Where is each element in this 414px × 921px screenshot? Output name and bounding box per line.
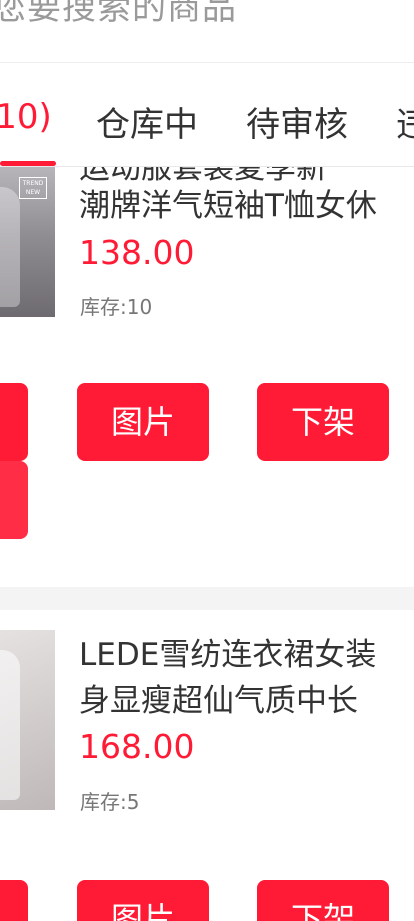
product-stock: 库存:5 bbox=[80, 790, 140, 814]
card-separator bbox=[0, 587, 414, 610]
product-thumbnail[interactable] bbox=[0, 630, 55, 810]
status-tabs: (10) 仓库中 待审核 违 bbox=[0, 63, 414, 166]
action-button-partial[interactable] bbox=[0, 383, 28, 461]
product-title[interactable]: 潮牌洋气短袖T恤女休 bbox=[79, 183, 377, 229]
product-price: 168.00 bbox=[79, 727, 195, 766]
off-shelf-button[interactable]: 下架 bbox=[257, 880, 389, 921]
picture-button[interactable]: 图片 bbox=[77, 880, 209, 921]
model-figure bbox=[0, 650, 20, 800]
product-price: 138.00 bbox=[79, 233, 195, 272]
product-title[interactable]: LEDE雪纺连衣裙女装 bbox=[79, 632, 376, 678]
action-button-partial[interactable] bbox=[0, 880, 28, 921]
product-thumbnail[interactable]: TREND NEW bbox=[0, 167, 55, 317]
tab-in-warehouse[interactable]: 仓库中 bbox=[96, 97, 198, 146]
product-card: LEDE雪纺连衣裙女装 身显瘦超仙气质中长 168.00 库存:5 图片 下架 bbox=[0, 610, 414, 921]
product-title[interactable]: 身显瘦超仙气质中长 bbox=[79, 678, 358, 724]
action-button-partial[interactable] bbox=[0, 461, 28, 539]
tab-violation[interactable]: 违 bbox=[396, 97, 414, 146]
search-placeholder[interactable]: 您要搜索的商品 bbox=[0, 0, 237, 29]
model-figure bbox=[0, 187, 20, 307]
picture-button[interactable]: 图片 bbox=[77, 383, 209, 461]
trend-new-logo: TREND NEW bbox=[19, 177, 47, 199]
search-bar[interactable]: 您要搜索的商品 bbox=[0, 0, 414, 62]
off-shelf-button[interactable]: 下架 bbox=[257, 383, 389, 461]
product-stock: 库存:10 bbox=[80, 295, 153, 319]
product-card: TREND NEW 运动服套装夏季新 潮牌洋气短袖T恤女休 138.00 库存:… bbox=[0, 167, 414, 587]
tab-on-sale[interactable]: (10) bbox=[0, 97, 52, 137]
tab-pending-review[interactable]: 待审核 bbox=[246, 97, 348, 146]
